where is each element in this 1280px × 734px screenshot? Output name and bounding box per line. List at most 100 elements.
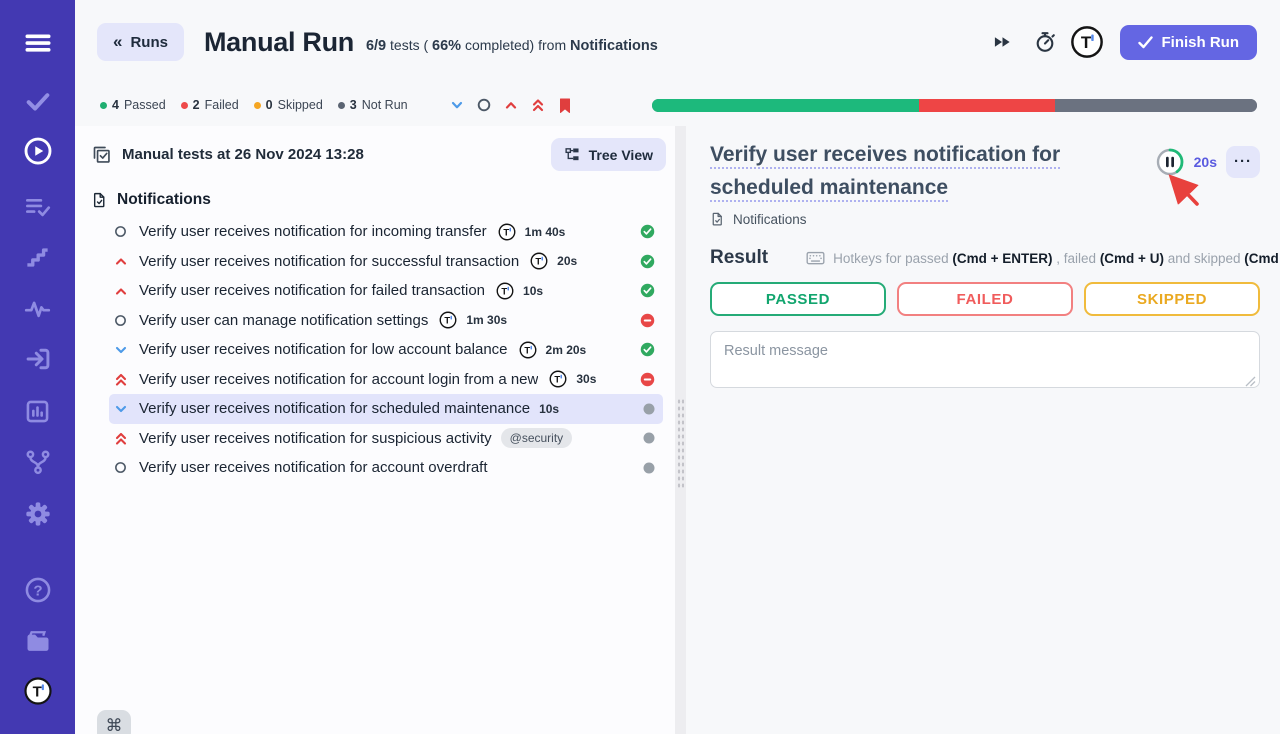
stopwatch-icon[interactable]	[1030, 27, 1060, 57]
count-passed[interactable]: 4Passed	[100, 98, 166, 112]
test-list-panel: Manual tests at 26 Nov 2024 13:28 Tree V…	[75, 126, 675, 734]
test-detail-title[interactable]: Verify user receives notification for sc…	[710, 138, 1100, 204]
play-circle-icon[interactable]	[23, 136, 53, 166]
main-area: « Runs Manual Run 6/9 tests ( 66% comple…	[75, 0, 1280, 734]
suite-group-header[interactable]: Notifications	[75, 179, 675, 217]
status-passed-icon	[640, 254, 655, 269]
suite-breadcrumb[interactable]: Notifications	[710, 211, 1260, 227]
summary-text: completed) from	[461, 37, 570, 53]
back-to-runs-button[interactable]: « Runs	[97, 23, 184, 61]
result-counts: 4Passed 2Failed 0Skipped 3Not Run	[100, 98, 408, 112]
run-progress-bar	[652, 99, 1257, 112]
test-tag[interactable]: @security	[501, 428, 573, 448]
priority-highest-icon	[113, 372, 128, 387]
tree-view-button[interactable]: Tree View	[551, 138, 666, 171]
activity-icon[interactable]	[23, 293, 53, 323]
double-chevron-up-icon[interactable]	[529, 96, 547, 114]
count-failed[interactable]: 2Failed	[181, 98, 239, 112]
svg-text:?: ?	[33, 582, 42, 599]
passed-button[interactable]: PASSED	[710, 282, 886, 316]
status-dot-icon	[100, 102, 107, 109]
chevron-down-icon[interactable]	[448, 96, 466, 114]
testomat-logo-icon[interactable]: T	[1070, 25, 1104, 59]
test-duration: 10s	[539, 402, 559, 416]
count-not-run[interactable]: 3Not Run	[338, 98, 408, 112]
test-row[interactable]: Verify user receives notification for ac…	[109, 453, 663, 483]
hotkeys-hint: Hotkeys for passed (Cmd + ENTER) , faile…	[806, 251, 1280, 266]
progress-segment-failed	[919, 99, 1055, 112]
test-row[interactable]: Verify user receives notification for ac…	[109, 365, 663, 395]
testomat-logo-icon: T	[439, 311, 457, 329]
test-duration: 1m 40s	[525, 225, 566, 239]
finish-run-button[interactable]: Finish Run	[1120, 25, 1258, 60]
status-not_run-icon	[643, 462, 655, 474]
result-message-input[interactable]	[710, 331, 1260, 388]
content-area: Manual tests at 26 Nov 2024 13:28 Tree V…	[75, 126, 1280, 734]
help-icon[interactable]: ?	[23, 575, 53, 605]
priority-low-icon	[113, 401, 128, 416]
bookmark-icon[interactable]	[556, 96, 574, 114]
branch-icon[interactable]	[23, 447, 53, 477]
timer-value: 20s	[1194, 154, 1217, 170]
run-label-text: Manual tests at 26 Nov 2024 13:28	[122, 146, 364, 163]
menu-icon[interactable]	[23, 28, 53, 58]
settings-gear-icon[interactable]	[23, 499, 53, 529]
svg-text:T: T	[32, 683, 41, 700]
chevron-up-icon[interactable]	[502, 96, 520, 114]
page-title: Manual Run	[204, 27, 354, 58]
test-row[interactable]: Verify user receives notification for in…	[109, 217, 663, 247]
test-row[interactable]: Verify user can manage notification sett…	[109, 306, 663, 336]
test-title: Verify user receives notification for su…	[139, 253, 519, 270]
test-duration: 20s	[557, 254, 577, 268]
testomat-logo-icon: T	[549, 370, 567, 388]
status-not_run-icon	[643, 403, 655, 415]
testomat-logo[interactable]: T	[23, 676, 53, 706]
priority-none-icon	[113, 224, 128, 239]
status-dot-icon	[181, 102, 188, 109]
test-row[interactable]: Verify user receives notification for lo…	[109, 335, 663, 365]
command-shortcut-button[interactable]: ⌘	[97, 710, 131, 734]
steps-icon[interactable]	[23, 241, 53, 271]
run-progress-summary: 6/9 tests ( 66% completed) from Notifica…	[366, 37, 658, 54]
priority-none-icon	[113, 460, 128, 475]
svg-text:T: T	[555, 375, 561, 386]
test-detail-panel: Verify user receives notification for sc…	[686, 126, 1280, 734]
status-failed-icon	[640, 372, 655, 387]
status-row: 4Passed 2Failed 0Skipped 3Not Run	[75, 84, 1280, 126]
failed-button[interactable]: FAILED	[897, 282, 1073, 316]
pause-timer-button[interactable]	[1155, 147, 1185, 177]
check-icon[interactable]	[23, 86, 53, 116]
panel-resize-divider[interactable]	[675, 126, 686, 734]
status-passed-icon	[640, 283, 655, 298]
hotkeys-text: Hotkeys for passed (Cmd + ENTER) , faile…	[833, 251, 1280, 266]
skipped-button[interactable]: SKIPPED	[1084, 282, 1260, 316]
back-to-runs-label: Runs	[130, 34, 168, 51]
circle-icon[interactable]	[475, 96, 493, 114]
check-icon	[1138, 36, 1153, 49]
priority-highest-icon	[113, 431, 128, 446]
drag-handle-icon[interactable]	[677, 398, 684, 490]
status-dot-icon	[338, 102, 345, 109]
percent-completed: 66%	[432, 38, 461, 54]
test-row[interactable]: Verify user receives notification for su…	[109, 247, 663, 277]
test-duration: 1m 30s	[466, 313, 507, 327]
test-title: Verify user receives notification for lo…	[139, 341, 508, 358]
test-row[interactable]: Verify user receives notification for sc…	[109, 394, 663, 424]
report-chart-icon[interactable]	[23, 396, 53, 426]
testomat-logo-icon: T	[519, 341, 537, 359]
priority-low-icon	[113, 342, 128, 357]
fast-forward-icon[interactable]	[988, 27, 1018, 57]
testomat-logo-icon: T	[496, 282, 514, 300]
count-skipped[interactable]: 0Skipped	[254, 98, 323, 112]
double-chevron-left-icon: «	[113, 32, 122, 52]
more-options-button[interactable]: ···	[1226, 146, 1260, 178]
test-row[interactable]: Verify user receives notification for su…	[109, 424, 663, 454]
testomat-logo-icon: T	[530, 252, 548, 270]
test-row[interactable]: Verify user receives notification for fa…	[109, 276, 663, 306]
progress-segment-passed	[652, 99, 920, 112]
checklist-icon[interactable]	[23, 191, 53, 221]
test-list: Verify user receives notification for in…	[75, 217, 675, 483]
sign-in-icon[interactable]	[23, 344, 53, 374]
projects-folder-icon[interactable]	[23, 626, 53, 656]
svg-text:T: T	[503, 227, 509, 238]
